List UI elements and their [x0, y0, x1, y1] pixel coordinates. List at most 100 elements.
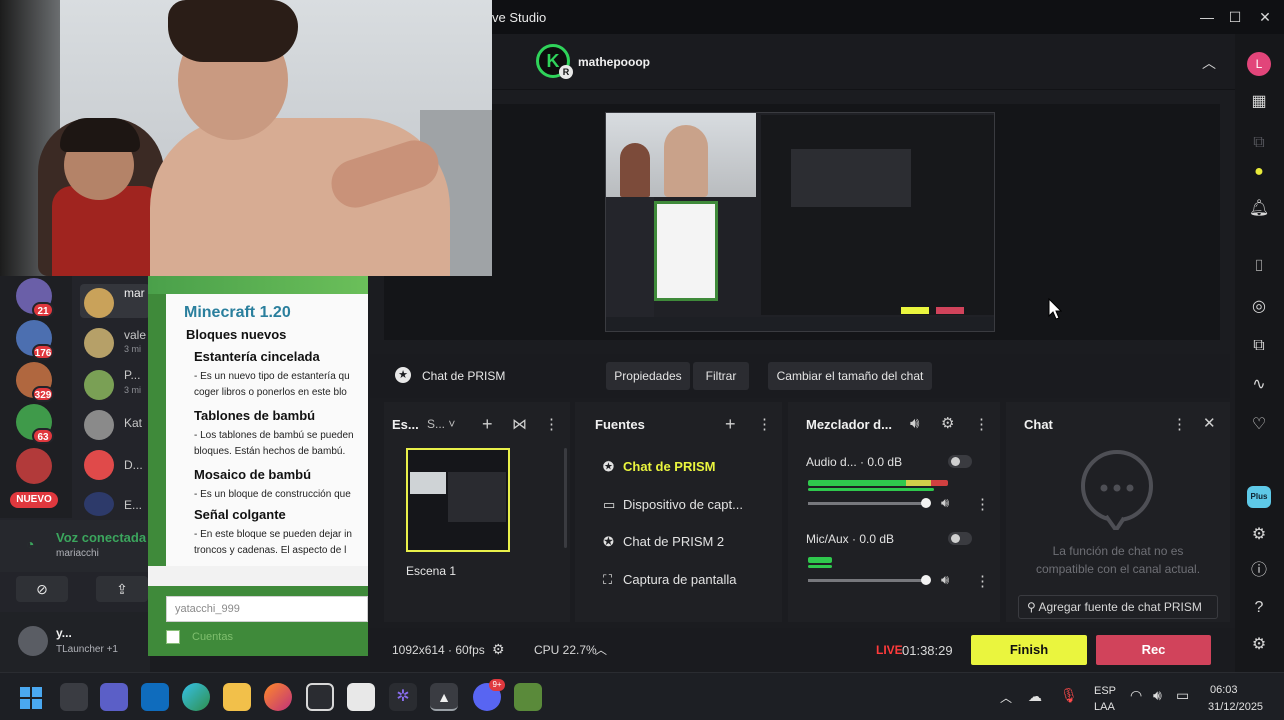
server-icon[interactable]: 63 [16, 404, 54, 444]
resize-chat-button[interactable]: Cambiar el tamaño del chat [768, 362, 932, 390]
file-explorer-icon[interactable] [223, 683, 251, 711]
apps-icon[interactable]: ⚙ [1248, 524, 1270, 546]
server-icon[interactable]: 21 [16, 278, 54, 318]
settings-icon[interactable]: ⚙ [1248, 634, 1270, 656]
minecraft-icon[interactable] [514, 683, 542, 711]
scene-collection-dropdown[interactable]: S... ˅ [427, 417, 455, 431]
windows-start-icon[interactable] [20, 687, 42, 709]
multi-window-icon[interactable]: ⧉ [1248, 335, 1270, 357]
news-heading: Tablones de bambú [194, 408, 316, 423]
volume-icon[interactable]: 🔊︎ [1153, 687, 1162, 704]
filter-button[interactable]: Filtrar [693, 362, 749, 390]
volume-slider-knob[interactable] [921, 498, 931, 508]
unity-icon[interactable] [306, 683, 334, 711]
cloud-icon[interactable]: ☁ [1028, 688, 1042, 705]
rec-button[interactable]: Rec [1096, 635, 1211, 665]
transition-icon[interactable]: ⋈ [512, 415, 527, 433]
heart-icon[interactable]: ♡ [1248, 414, 1270, 436]
speaker-icon[interactable]: 🔊︎ [910, 415, 919, 432]
virtual-camera-icon[interactable]: ◎ [1248, 296, 1270, 318]
copy-icon[interactable]: ⧉ [1248, 132, 1270, 154]
help-icon[interactable]: ? [1248, 597, 1270, 619]
news-panel[interactable]: Minecraft 1.20 Bloques nuevos Estantería… [166, 294, 368, 566]
clock-date[interactable]: 31/12/2025 [1208, 701, 1263, 713]
battery-icon[interactable]: ▭ [1176, 687, 1189, 704]
server-icon[interactable] [16, 448, 52, 484]
preview-webcam [606, 113, 756, 197]
microphone-icon[interactable]: 🎙︎ [1060, 687, 1078, 704]
more-vertical-icon[interactable]: ⋮ [975, 495, 990, 513]
scenes-scrollbar[interactable] [564, 448, 567, 548]
gear-icon[interactable]: ⚙ [492, 641, 505, 658]
source-item[interactable]: ⛶ Captura de pantalla [603, 572, 736, 588]
edge-icon[interactable] [182, 683, 210, 711]
server-icon[interactable]: 329 [16, 362, 54, 402]
volume-slider-knob[interactable] [921, 575, 931, 585]
source-item[interactable]: ✪ Chat de PRISM [603, 459, 715, 475]
atom-icon[interactable]: ✲ [389, 683, 417, 711]
member-name[interactable]: vale [124, 328, 146, 342]
more-vertical-icon[interactable]: ⋮ [975, 572, 990, 590]
camera-icon[interactable]: ⌷ [1248, 256, 1270, 278]
speaker-icon[interactable]: 🔊︎ [941, 572, 949, 588]
discord-icon[interactable]: 9+ [473, 679, 505, 711]
chevron-up-icon[interactable]: ︿ [1202, 53, 1216, 73]
source-item[interactable]: ✪ Chat de PRISM 2 [603, 534, 724, 550]
news-heading: Señal colgante [194, 507, 286, 522]
outlook-icon[interactable] [141, 683, 169, 711]
speaker-icon[interactable]: 🔊︎ [941, 495, 949, 511]
plus-badge-icon[interactable]: Plus [1247, 486, 1271, 508]
volume-slider[interactable] [808, 579, 928, 582]
close-icon[interactable]: ✕ [1203, 414, 1216, 432]
channel-avatar[interactable]: K R [536, 44, 573, 79]
draw-icon[interactable]: ∿ [1248, 374, 1270, 396]
close-window-icon[interactable]: ✕ [1256, 8, 1274, 26]
screen-share-button[interactable]: ⇪ [96, 576, 148, 602]
maximize-icon[interactable]: ☐ [1226, 8, 1244, 26]
channel-toggle[interactable] [948, 532, 972, 545]
scene-name[interactable]: Escena 1 [406, 564, 456, 578]
language-label[interactable]: ESP [1094, 685, 1116, 697]
bell-icon[interactable]: 🔔︎ [1248, 198, 1270, 220]
prism-studio-icon[interactable]: ▲ [430, 683, 458, 711]
member-name[interactable]: E... [124, 498, 142, 512]
profile-avatar[interactable]: L [1247, 52, 1271, 76]
chevron-up-icon[interactable]: ︿ [1000, 689, 1012, 706]
volume-slider[interactable] [808, 502, 928, 505]
member-name[interactable]: P... [124, 368, 140, 382]
add-chat-source-button[interactable]: ⚲ Agregar fuente de chat PRISM [1018, 595, 1218, 619]
chevron-up-icon[interactable]: ︿ [595, 641, 607, 658]
member-name[interactable]: Kat [124, 416, 142, 430]
more-vertical-icon[interactable]: ⋮ [544, 415, 559, 433]
voice-channel-name[interactable]: mariacchi [56, 548, 99, 559]
camera-off-button[interactable]: ⊘ [16, 576, 68, 602]
channel-toggle[interactable] [948, 455, 972, 468]
accounts-checkbox[interactable] [166, 630, 180, 644]
gear-icon[interactable]: ⚙ [941, 414, 954, 432]
server-icon[interactable]: 176 [16, 320, 54, 360]
wifi-icon[interactable]: ◠ [1130, 687, 1142, 704]
clock-time[interactable]: 06:03 [1210, 684, 1238, 696]
chat-icon[interactable]: ● [1248, 161, 1270, 183]
add-source-icon[interactable]: + [725, 414, 736, 435]
task-view-icon[interactable] [60, 683, 88, 711]
store-icon[interactable] [347, 683, 375, 711]
member-name[interactable]: mar [124, 286, 145, 300]
teams-icon[interactable] [100, 683, 128, 711]
user-avatar[interactable] [18, 626, 48, 656]
add-scene-icon[interactable]: + [482, 414, 493, 435]
minimize-icon[interactable]: — [1198, 8, 1216, 26]
more-vertical-icon[interactable]: ⋮ [757, 415, 772, 433]
properties-button[interactable]: Propiedades [606, 362, 690, 390]
source-item[interactable]: ▭ Dispositivo de capt... [603, 497, 743, 513]
more-vertical-icon[interactable]: ⋮ [1172, 415, 1187, 433]
layout-icon[interactable]: ▦ [1248, 91, 1270, 113]
info-icon[interactable]: ⓘ [1248, 560, 1270, 582]
username-input[interactable]: yatacchi_999 [166, 596, 368, 622]
more-vertical-icon[interactable]: ⋮ [974, 415, 989, 433]
finish-button[interactable]: Finish [971, 635, 1087, 665]
firefox-icon[interactable] [264, 683, 292, 711]
preview-nested-studio [761, 115, 994, 315]
member-name[interactable]: D... [124, 458, 143, 472]
scene-thumbnail[interactable] [406, 448, 510, 552]
